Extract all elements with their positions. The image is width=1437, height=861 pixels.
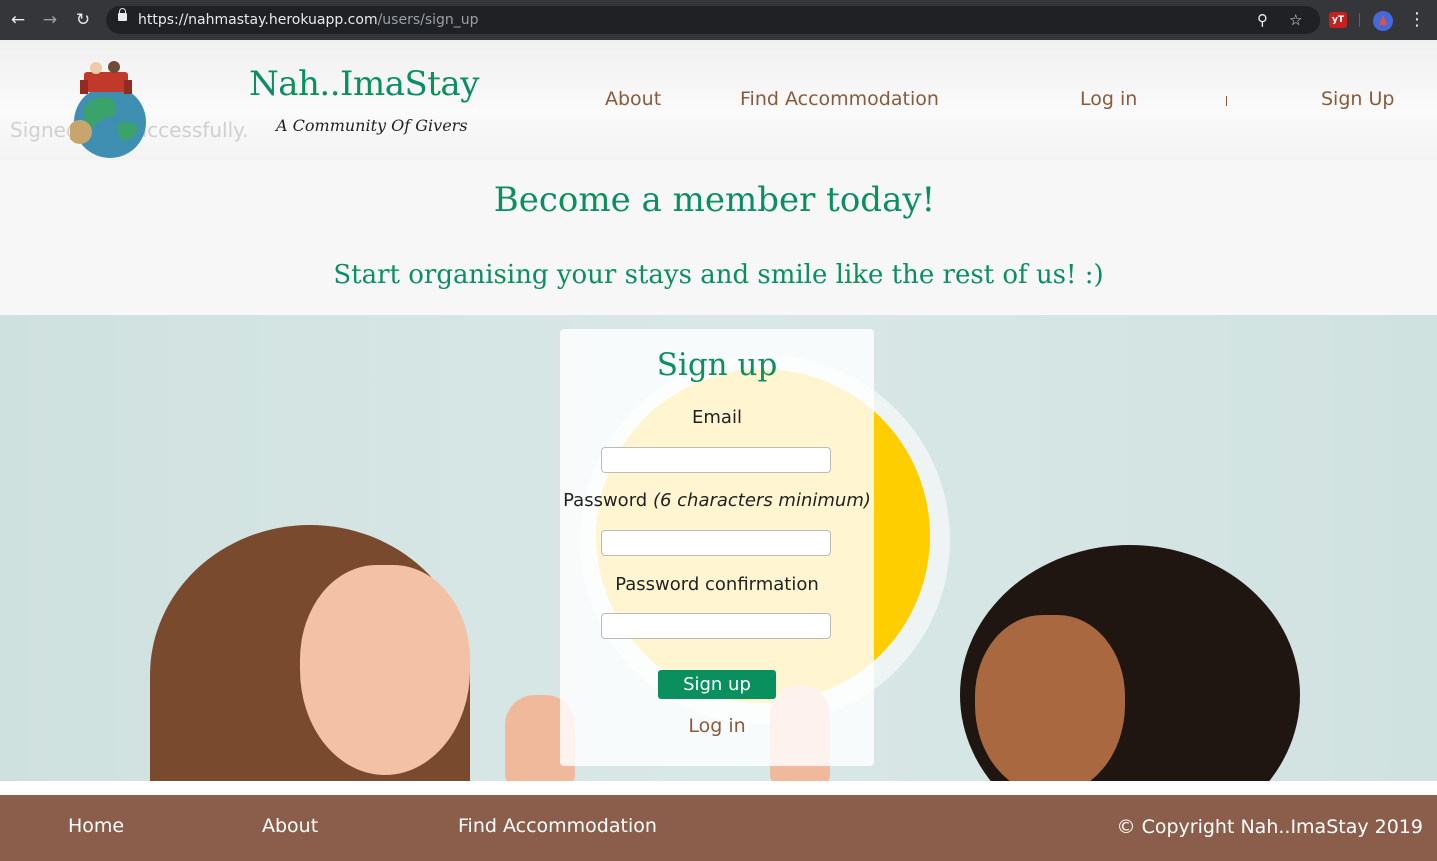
forward-arrow-icon[interactable]: → bbox=[38, 8, 62, 32]
lock-icon bbox=[118, 8, 127, 21]
nav-login-link[interactable]: Log in bbox=[1080, 88, 1137, 110]
intro-section: Become a member today! Start organising … bbox=[0, 160, 1437, 315]
woman-left-face bbox=[300, 565, 470, 775]
password-label-text: Password bbox=[563, 490, 648, 511]
form-title: Sign up bbox=[656, 347, 778, 383]
globe-logo-icon[interactable] bbox=[70, 58, 150, 158]
form-login-link[interactable]: Log in bbox=[560, 715, 874, 737]
reload-icon[interactable]: ↻ bbox=[71, 8, 95, 32]
page-subtitle: Start organising your stays and smile li… bbox=[333, 260, 1104, 290]
back-arrow-icon[interactable]: ← bbox=[6, 8, 30, 32]
page-title: Become a member today! bbox=[493, 180, 936, 220]
password-confirmation-field[interactable] bbox=[601, 613, 831, 639]
more-vertical-icon[interactable]: ⋮ bbox=[1408, 9, 1426, 30]
footer-spacer bbox=[0, 781, 1437, 795]
site-header: Signed out successfully. Nah..ImaStay A … bbox=[0, 40, 1437, 160]
copyright-text: © Copyright Nah..ImaStay 2019 bbox=[1116, 816, 1423, 838]
nav-about-link[interactable]: About bbox=[605, 88, 661, 110]
browser-toolbar: ← → ↻ https://nahmastay.herokuapp.com/us… bbox=[0, 0, 1437, 40]
url-text: https://nahmastay.herokuapp.com/users/si… bbox=[138, 12, 479, 28]
toolbar-separator bbox=[1359, 13, 1360, 27]
email-label: Email bbox=[692, 407, 742, 428]
footer-home-link[interactable]: Home bbox=[68, 815, 124, 837]
brand-name[interactable]: Nah..ImaStay bbox=[249, 64, 479, 104]
woman-right-face bbox=[975, 615, 1125, 781]
zoom-icon[interactable]: ⚲ bbox=[1257, 9, 1268, 31]
footer-about-link[interactable]: About bbox=[262, 815, 318, 837]
password-field[interactable] bbox=[601, 530, 831, 556]
star-icon[interactable]: ☆ bbox=[1289, 9, 1302, 31]
brand-tagline: A Community Of Givers bbox=[276, 116, 468, 135]
email-field[interactable] bbox=[601, 447, 831, 473]
password-confirmation-label: Password confirmation bbox=[615, 574, 819, 595]
address-bar[interactable]: https://nahmastay.herokuapp.com/users/si… bbox=[106, 6, 1320, 34]
extension-icon[interactable]: yT bbox=[1329, 12, 1347, 28]
password-hint: (6 characters minimum) bbox=[652, 490, 871, 511]
nav-divider bbox=[1226, 96, 1227, 106]
profile-avatar-icon[interactable] bbox=[1373, 11, 1393, 31]
signup-submit-button[interactable]: Sign up bbox=[658, 670, 776, 699]
nav-signup-link[interactable]: Sign Up bbox=[1321, 88, 1394, 110]
signup-form: Sign up Email Password (6 characters min… bbox=[560, 329, 874, 766]
password-label: Password (6 characters minimum) bbox=[560, 490, 874, 511]
nav-find-accommodation-link[interactable]: Find Accommodation bbox=[740, 88, 939, 110]
site-footer: Home About Find Accommodation © Copyrigh… bbox=[0, 795, 1437, 861]
footer-find-accommodation-link[interactable]: Find Accommodation bbox=[458, 815, 657, 837]
